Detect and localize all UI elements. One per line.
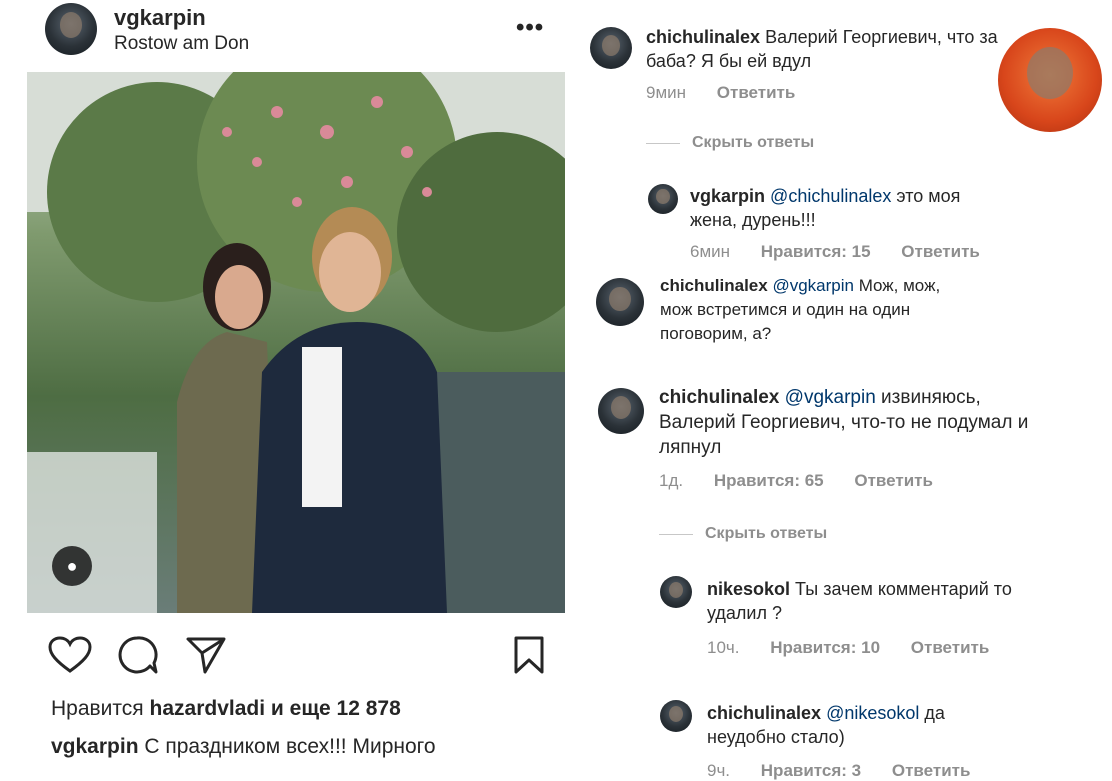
comment-mention[interactable]: @nikesokol (826, 703, 919, 723)
comment-username[interactable]: vgkarpin (690, 186, 765, 206)
like-count[interactable]: Нравится: 3 (761, 761, 861, 780)
comment-username[interactable]: chichulinalex (707, 703, 821, 723)
reply-button[interactable]: Ответить (717, 83, 796, 102)
comment-text: chichulinalex Валерий Георгиевич, что за… (646, 25, 1016, 73)
comment-time: 1д. (659, 471, 684, 490)
reply-avatar[interactable] (660, 576, 692, 608)
reply-button[interactable]: Ответить (854, 471, 933, 490)
comment-text: chichulinalex @vgkarpin Мож, мож, мож вс… (660, 274, 970, 346)
reply-button[interactable]: Ответить (901, 242, 980, 261)
comment-text: nikesokol Ты зачем комментарий то удалил… (707, 577, 1067, 625)
more-dots-icon[interactable]: ••• (516, 14, 544, 42)
caption-line: vgkarpin С праздником всех!!! Мирного (51, 735, 436, 759)
comment-meta: 9мин Ответить (646, 83, 821, 103)
hide-replies-button[interactable]: Скрыть ответы (646, 134, 814, 152)
likes-prefix: Нравится (51, 697, 144, 720)
post-avatar[interactable] (45, 3, 97, 55)
tag-person-icon[interactable]: ● (52, 546, 92, 586)
post-photo: ● (27, 72, 565, 613)
comment-time: 9мин (646, 83, 687, 102)
comment-meta: 9ч. Нравится: 3 Ответить (707, 761, 996, 781)
likes-suffix[interactable]: и еще 12 878 (271, 697, 401, 720)
comment-mention[interactable]: @chichulinalex (770, 186, 891, 206)
comment-time: 6мин (690, 242, 731, 261)
comment-meta: 6мин Нравится: 15 Ответить (690, 242, 1006, 262)
comment-time: 9ч. (707, 761, 731, 780)
comment-meta: 10ч. Нравится: 10 Ответить (707, 638, 1015, 658)
photo-scene (27, 72, 565, 613)
reply-avatar[interactable] (648, 184, 678, 214)
caption-text: С праздником всех!!! Мирного (144, 735, 436, 758)
share-icon[interactable] (185, 635, 227, 675)
sticker-face (998, 28, 1102, 132)
post-username[interactable]: vgkarpin (114, 5, 206, 31)
caption-username[interactable]: vgkarpin (51, 735, 139, 758)
like-count[interactable]: Нравится: 10 (770, 638, 880, 657)
commenter-avatar[interactable] (596, 278, 644, 326)
comment-mention[interactable]: @vgkarpin (772, 276, 854, 295)
bookmark-icon[interactable] (513, 635, 545, 675)
commenter-avatar[interactable] (590, 27, 632, 69)
like-count[interactable]: Нравится: 65 (714, 471, 824, 490)
reply-avatar[interactable] (660, 700, 692, 732)
comment-username[interactable]: nikesokol (707, 579, 790, 599)
comment-text: chichulinalex @vgkarpin извиняюсь, Валер… (659, 385, 1039, 460)
hide-replies-button[interactable]: Скрыть ответы (659, 525, 827, 543)
comment-meta: 1д. Нравится: 65 Ответить (659, 471, 959, 491)
comment-username[interactable]: chichulinalex (660, 276, 768, 295)
post-location[interactable]: Rostow am Don (114, 33, 249, 55)
comment-username[interactable]: chichulinalex (659, 387, 779, 408)
like-count[interactable]: Нравится: 15 (761, 242, 871, 261)
likes-line: Нравится hazardvladi и еще 12 878 (51, 697, 401, 721)
reply-button[interactable]: Ответить (911, 638, 990, 657)
comment-text: chichulinalex @nikesokol да неудобно ста… (707, 701, 1007, 749)
reply-button[interactable]: Ответить (892, 761, 971, 780)
comment-mention[interactable]: @vgkarpin (785, 387, 876, 408)
commenter-avatar[interactable] (598, 388, 644, 434)
comment-username[interactable]: chichulinalex (646, 27, 760, 47)
comment-text: vgkarpin @chichulinalex это моя жена, ду… (690, 184, 1010, 232)
likes-user-link[interactable]: hazardvladi (150, 697, 266, 720)
comment-time: 10ч. (707, 638, 740, 657)
heart-icon[interactable] (48, 636, 92, 674)
comment-icon[interactable] (117, 635, 159, 675)
